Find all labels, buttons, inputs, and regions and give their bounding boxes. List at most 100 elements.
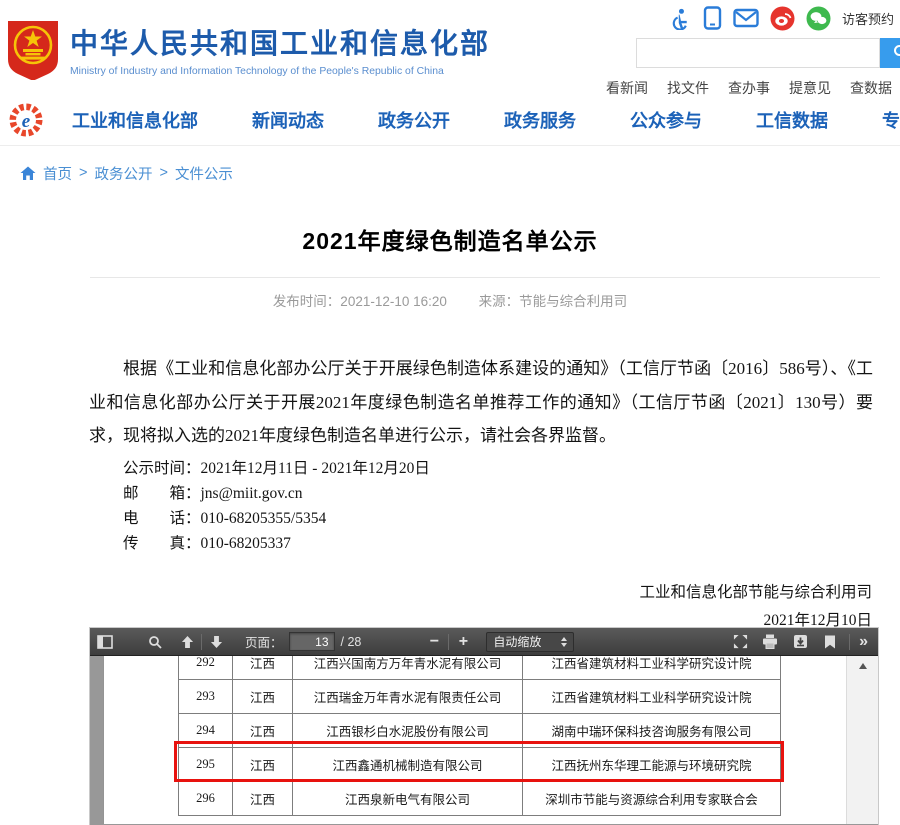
breadcrumb-gov-open[interactable]: 政务公开 [94, 163, 152, 184]
search-icon [893, 44, 900, 60]
toolbar-separator [448, 634, 449, 650]
signature-block: 工业和信息化部节能与综合利用司 2021年12月10日 [639, 579, 872, 635]
site-header: 中华人民共和国工业和信息化部 Ministry of Industry and … [0, 0, 900, 95]
site-brand: 中华人民共和国工业和信息化部 Ministry of Industry and … [6, 18, 490, 80]
zoom-select[interactable]: 自动缩放 [486, 632, 574, 652]
bookmark-icon [824, 635, 836, 649]
toolbar-separator [201, 634, 202, 650]
page-number-input[interactable] [289, 632, 335, 651]
table-cell: 江西抚州东华理工能源与环境研究院 [523, 748, 781, 782]
source: 来源：节能与综合利用司 [479, 294, 628, 309]
breadcrumb-current: 文件公示 [175, 163, 233, 184]
table-cell: 深圳市节能与资源综合利用专家联合会 [523, 782, 781, 816]
article-paragraph: 根据《工业和信息化部办公厅关于开展绿色制造体系建设的通知》（工信厅节函〔2016… [89, 352, 873, 453]
presentation-mode-button[interactable] [731, 631, 749, 653]
publish-time: 发布时间：2021-12-10 16:20 [273, 294, 447, 309]
table-cell: 江西省建筑材料工业科学研究设计院 [523, 680, 781, 714]
pdf-viewer: 页面： / 28 − + 自动缩放 » [90, 628, 878, 825]
nav-item-gov-service[interactable]: 政务服务 [504, 107, 576, 133]
table-cell: 296 [179, 782, 233, 816]
zoom-out-button[interactable]: − [425, 631, 443, 653]
contact-phone: 电 话：010-68205355/5354 [123, 506, 430, 531]
pdf-toolbar: 页面： / 28 − + 自动缩放 » [90, 628, 878, 656]
sidebar-icon [97, 635, 113, 649]
nav-item-miit[interactable]: 工业和信息化部 [72, 107, 198, 133]
arrow-up-icon [181, 635, 194, 649]
table-cell: 292 [179, 656, 233, 680]
mail-icon[interactable] [733, 8, 759, 28]
table-cell: 293 [179, 680, 233, 714]
minus-icon: − [430, 634, 439, 650]
pdf-content: 292 江西 江西兴国南方万年青水泥有限公司 江西省建筑材料工业科学研究设计院 … [90, 656, 878, 824]
page-title: 2021年度绿色制造名单公示 [0, 222, 900, 256]
table-cell: 江西泉新电气有限公司 [293, 782, 523, 816]
nav-item-topics[interactable]: 专题 [882, 107, 900, 133]
visitor-appointment-link[interactable]: 访客预约 [842, 9, 894, 28]
table-cell: 江西 [233, 656, 293, 680]
page-label: 页面： [245, 632, 283, 651]
page: 中华人民共和国工业和信息化部 Ministry of Industry and … [0, 0, 900, 825]
table-cell: 江西 [233, 714, 293, 748]
breadcrumb: 首页 > 政务公开 > 文件公示 [0, 147, 900, 199]
double-chevron-icon: » [859, 633, 868, 651]
site-titles: 中华人民共和国工业和信息化部 Ministry of Industry and … [70, 22, 490, 77]
table-cell: 江西 [233, 782, 293, 816]
search-input[interactable] [636, 38, 880, 68]
signature-department: 工业和信息化部节能与综合利用司 [639, 579, 872, 607]
plus-icon: + [459, 634, 468, 650]
expand-icon [733, 634, 748, 649]
find-button[interactable] [146, 631, 164, 653]
breadcrumb-home[interactable]: 首页 [43, 163, 72, 184]
notice-period: 公示时间：2021年12月11日 - 2021年12月20日 [123, 456, 430, 481]
site-title-en: Ministry of Industry and Information Tec… [70, 66, 490, 77]
table-cell: 江西兴国南方万年青水泥有限公司 [293, 656, 523, 680]
search-button[interactable] [880, 38, 900, 68]
wechat-icon[interactable] [806, 6, 831, 31]
next-page-button[interactable] [207, 631, 225, 653]
miit-logo-icon: e [8, 102, 44, 138]
accessibility-icon[interactable] [669, 7, 692, 30]
print-button[interactable] [761, 631, 779, 653]
previous-page-button[interactable] [178, 631, 196, 653]
search-icon [148, 635, 162, 649]
green-manufacturing-table: 292 江西 江西兴国南方万年青水泥有限公司 江西省建筑材料工业科学研究设计院 … [178, 656, 781, 816]
zoom-select-value: 自动缩放 [493, 633, 541, 650]
site-title-cn: 中华人民共和国工业和信息化部 [70, 22, 490, 62]
header-icon-row: 访客预约 [636, 5, 900, 31]
pdf-page: 292 江西 江西兴国南方万年青水泥有限公司 江西省建筑材料工业科学研究设计院 … [104, 656, 846, 824]
nav-item-gov-open[interactable]: 政务公开 [378, 107, 450, 133]
table-cell: 江西鑫通机械制造有限公司 [293, 748, 523, 782]
national-emblem-icon [6, 18, 60, 80]
home-icon [20, 166, 36, 181]
arrow-down-icon [210, 635, 223, 649]
zoom-in-button[interactable]: + [454, 631, 472, 653]
printer-icon [762, 634, 778, 649]
more-tools-button[interactable]: » [855, 631, 878, 653]
table-cell: 江西省建筑材料工业科学研究设计院 [523, 656, 781, 680]
table-cell: 江西银杉白水泥股份有限公司 [293, 714, 523, 748]
table-cell: 江西 [233, 748, 293, 782]
bookmark-button[interactable] [821, 631, 839, 653]
table-cell: 294 [179, 714, 233, 748]
nav-item-data[interactable]: 工信数据 [756, 107, 828, 133]
table-row: 292 江西 江西兴国南方万年青水泥有限公司 江西省建筑材料工业科学研究设计院 [179, 656, 781, 680]
contact-fax: 传 真：010-68205337 [123, 531, 430, 556]
page-count: / 28 [341, 635, 362, 649]
header-utilities: 访客预约 看新闻 找文件 查办事 提意见 查数据 [636, 5, 900, 98]
nav-item-news[interactable]: 新闻动态 [252, 107, 324, 133]
mobile-icon[interactable] [703, 6, 722, 30]
sidebar-toggle-button[interactable] [96, 631, 114, 653]
scroll-up-icon [859, 663, 867, 669]
nav-item-participation[interactable]: 公众参与 [630, 107, 702, 133]
pdf-scrollbar[interactable] [846, 656, 878, 824]
table-row: 293 江西 江西瑞金万年青水泥有限责任公司 江西省建筑材料工业科学研究设计院 [179, 680, 781, 714]
toolbar-separator [849, 634, 850, 650]
download-button[interactable] [791, 631, 809, 653]
weibo-icon[interactable] [770, 6, 795, 31]
breadcrumb-separator: > [79, 165, 87, 181]
svg-text:e: e [22, 111, 31, 132]
table-cell: 江西 [233, 680, 293, 714]
table-cell: 295 [179, 748, 233, 782]
table-cell: 湖南中瑞环保科技咨询服务有限公司 [523, 714, 781, 748]
nav-items: 工业和信息化部 新闻动态 政务公开 政务服务 公众参与 工信数据 专题 [72, 107, 900, 133]
